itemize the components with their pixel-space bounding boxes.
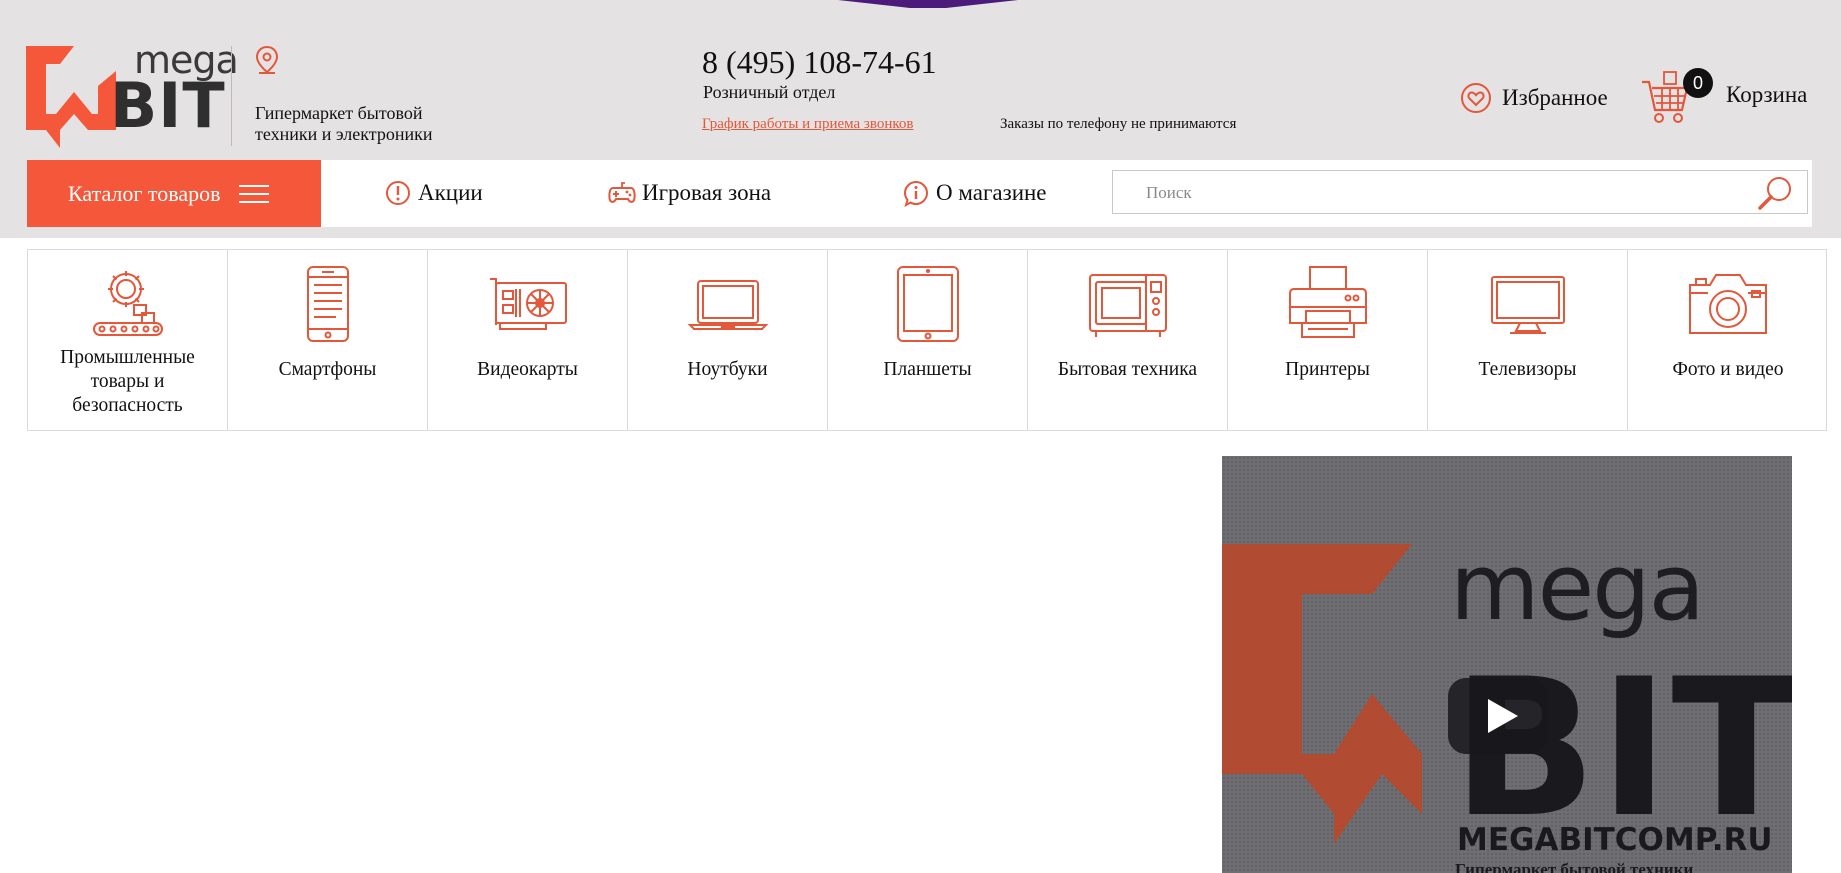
logo-text-bit: BIT — [110, 69, 226, 142]
phone-department: Розничный отдел — [703, 82, 836, 102]
exclamation-circle-icon — [386, 181, 410, 205]
category-label: Видеокарты — [477, 359, 578, 380]
category-smartphones[interactable]: Смартфоны — [228, 250, 428, 430]
search-input[interactable] — [1133, 171, 1748, 215]
catalog-button[interactable]: Каталог товаров — [27, 160, 321, 227]
favorites-button[interactable]: Избранное — [1460, 80, 1608, 116]
video-logo-mark-icon — [1222, 544, 1422, 844]
nav-game-zone[interactable]: Игровая зона — [608, 175, 771, 211]
printer-icon — [1288, 266, 1367, 338]
category-label: Ноутбуки — [687, 359, 768, 380]
promo-video[interactable]: mega BIT MEGABITCOMP.RU Гипермаркет быто… — [1222, 456, 1792, 873]
category-laptops[interactable]: Ноутбуки — [628, 250, 828, 430]
category-strip: Промышленные товары и безопасность Смарт… — [27, 249, 1827, 431]
category-label: Телевизоры — [1478, 359, 1577, 380]
category-photo-video[interactable]: Фото и видео — [1628, 250, 1828, 430]
camera-icon — [1689, 274, 1767, 334]
smartphone-icon — [306, 266, 349, 342]
logo-divider — [231, 46, 232, 146]
favorites-label: Избранное — [1502, 85, 1608, 110]
nav-game-zone-label: Игровая зона — [642, 180, 772, 205]
industrial-gear-icon — [92, 271, 163, 336]
play-button-icon[interactable] — [1448, 678, 1548, 754]
tablet-icon — [896, 266, 959, 342]
info-circle-icon — [903, 180, 929, 207]
category-label: Принтеры — [1285, 359, 1370, 380]
video-subtitle: Гипермаркет бытовой техники — [1455, 860, 1694, 873]
phone-number[interactable]: 8 (495) 108-74-61 — [702, 44, 937, 81]
search-bar — [1112, 170, 1808, 215]
category-appliances[interactable]: Бытовая техника — [1028, 250, 1228, 430]
video-site-url: MEGABITCOMP.RU — [1457, 822, 1773, 858]
hamburger-menu-icon — [238, 184, 269, 203]
category-label: Планшеты — [883, 359, 972, 380]
catalog-label: Каталог товаров — [68, 180, 221, 206]
tv-icon — [1490, 276, 1565, 334]
category-printers[interactable]: Принтеры — [1228, 250, 1428, 430]
search-icon[interactable] — [1755, 174, 1795, 212]
category-label: Промышленные товары и безопасность — [60, 347, 195, 416]
nav-promotions[interactable]: Акции — [384, 175, 483, 211]
site-logo[interactable]: mega BIT — [26, 40, 239, 150]
laptop-icon — [687, 280, 768, 330]
graphics-card-icon — [489, 278, 567, 330]
category-industrial[interactable]: Промышленные товары и безопасность — [28, 250, 228, 430]
category-tablets[interactable]: Планшеты — [828, 250, 1028, 430]
logo-mark-icon — [26, 46, 116, 148]
category-graphics-cards[interactable]: Видеокарты — [428, 250, 628, 430]
category-label: Бытовая техника — [1057, 359, 1198, 380]
location-pin-icon[interactable] — [254, 45, 280, 75]
phone-orders-notice: Заказы по телефону не принимаются — [1000, 116, 1237, 132]
site-tagline: Гипермаркет бытовой техники и электроник… — [255, 103, 433, 144]
cart-label[interactable]: Корзина — [1726, 82, 1807, 108]
nav-about-store-label: О магазине — [936, 180, 1047, 205]
category-tvs[interactable]: Телевизоры — [1428, 250, 1628, 430]
category-label: Смартфоны — [278, 359, 377, 380]
microwave-icon — [1088, 274, 1167, 337]
category-label: Фото и видео — [1672, 359, 1784, 380]
gamepad-icon — [608, 182, 636, 203]
video-logo-mega: mega — [1450, 534, 1705, 641]
cart-count-badge: 0 — [1683, 68, 1713, 98]
nav-about-store[interactable]: О магазине — [902, 175, 1047, 211]
schedule-link[interactable]: График работы и приема звонков — [702, 116, 913, 133]
nav-promotions-label: Акции — [418, 180, 483, 205]
heart-icon — [1461, 83, 1491, 113]
